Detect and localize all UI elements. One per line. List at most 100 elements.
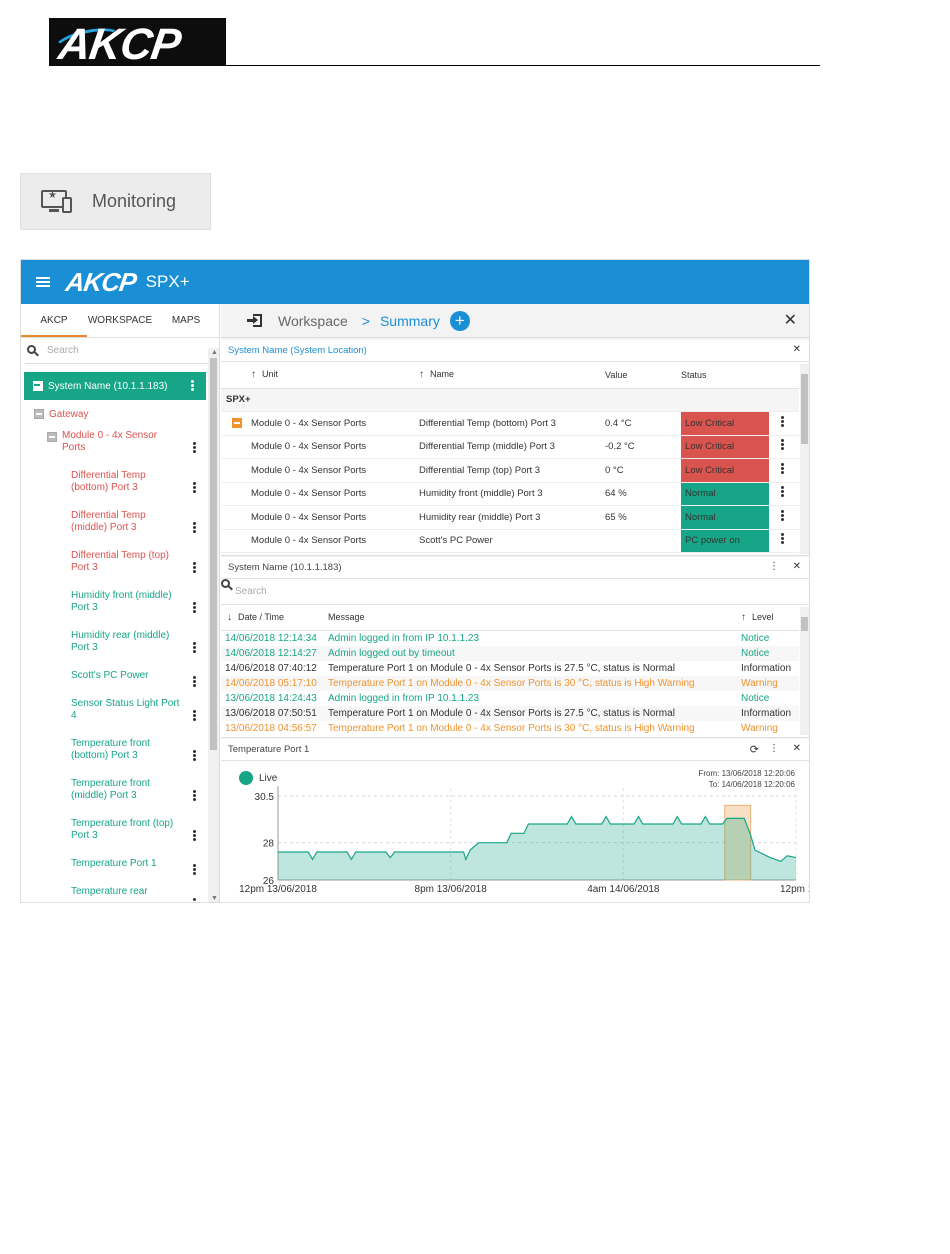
more-vert-icon[interactable]: [191, 380, 194, 392]
summary-scrollbar-thumb[interactable]: [801, 374, 808, 444]
row-value: 65 %: [605, 505, 681, 530]
more-vert-icon[interactable]: [193, 676, 196, 688]
more-vert-icon[interactable]: [781, 533, 784, 545]
column-header-value[interactable]: Value: [605, 362, 681, 389]
log-datetime: 13/06/2018 04:56:57: [225, 722, 317, 734]
table-row[interactable]: 13/06/2018 04:56:57 Temperature Port 1 o…: [221, 721, 799, 736]
breadcrumb-summary[interactable]: Summary: [380, 313, 440, 329]
more-vert-icon[interactable]: [193, 898, 196, 902]
more-vert-icon[interactable]: [193, 442, 196, 454]
table-row[interactable]: 14/06/2018 05:17:10 Temperature Port 1 o…: [221, 675, 799, 691]
table-row[interactable]: Module 0 - 4x Sensor Ports Differential …: [221, 411, 799, 436]
more-vert-icon[interactable]: [193, 710, 196, 722]
date-range: From: 13/06/2018 12:20:06 To: 14/06/2018…: [698, 768, 795, 790]
log-level: Information: [741, 705, 799, 721]
tree-sensor[interactable]: Humidity front (middle) Port 3: [21, 588, 208, 628]
table-row[interactable]: 13/06/2018 07:50:51 Temperature Port 1 o…: [221, 705, 799, 721]
table-row[interactable]: Module 0 - 4x Sensor Ports Humidity rear…: [221, 505, 799, 530]
log-scrollbar-thumb[interactable]: [801, 617, 808, 631]
refresh-icon[interactable]: ⟳: [750, 743, 759, 756]
tree-sensor[interactable]: Differential Temp (middle) Port 3: [21, 508, 208, 548]
tab-maps[interactable]: MAPS: [153, 304, 219, 337]
hamburger-menu-icon[interactable]: [36, 275, 50, 289]
close-icon[interactable]: ✕: [793, 743, 801, 754]
more-vert-icon[interactable]: [193, 642, 196, 654]
collapse-icon[interactable]: [232, 418, 242, 429]
tree-sensor[interactable]: Temperature front (middle) Port 3: [21, 776, 208, 816]
close-icon[interactable]: ✕: [784, 313, 797, 329]
exit-icon[interactable]: [247, 313, 263, 328]
log-search-placeholder: Search: [235, 586, 267, 597]
tree-module[interactable]: Module 0 - 4x Sensor Ports: [21, 428, 208, 468]
collapse-icon[interactable]: [33, 381, 43, 391]
collapse-icon[interactable]: [47, 432, 57, 442]
more-vert-icon[interactable]: ⋮: [769, 743, 779, 754]
more-vert-icon[interactable]: [193, 562, 196, 574]
tree-sensor[interactable]: Humidity rear (middle) Port 3: [21, 628, 208, 668]
log-datetime: 14/06/2018 07:40:12: [225, 662, 317, 674]
tree-sensor-label: Temperature front (middle) Port 3: [71, 778, 150, 801]
table-row[interactable]: Module 0 - 4x Sensor Ports Differential …: [221, 435, 799, 459]
table-row[interactable]: 14/06/2018 12:14:27 Admin logged out by …: [221, 645, 799, 661]
more-vert-icon[interactable]: [781, 509, 784, 522]
collapse-icon[interactable]: [34, 409, 44, 419]
column-header-message[interactable]: Message: [328, 605, 741, 631]
graph-legend[interactable]: Live: [239, 771, 277, 785]
tree-sensor[interactable]: Differential Temp (bottom) Port 3: [21, 468, 208, 508]
sidebar-scrollbar[interactable]: ▲ ▼: [208, 348, 219, 902]
row-value: -0.2 °C: [605, 435, 681, 459]
column-header-level[interactable]: ↑ Level: [741, 605, 799, 631]
row-unit: Module 0 - 4x Sensor Ports: [251, 411, 419, 436]
log-datetime: 13/06/2018 07:50:51: [221, 705, 328, 721]
row-name: Humidity front (middle) Port 3: [419, 482, 605, 506]
close-icon[interactable]: ✕: [793, 344, 801, 355]
close-icon[interactable]: ✕: [793, 561, 801, 572]
more-vert-icon[interactable]: [193, 602, 196, 614]
column-header-status[interactable]: Status: [681, 362, 769, 389]
tree-sensor-label: Sensor Status Light Port 4: [71, 698, 180, 721]
column-header-unit[interactable]: ↑ Unit: [251, 362, 419, 389]
log-search[interactable]: Search: [221, 579, 809, 605]
tree-gateway[interactable]: Gateway: [21, 400, 208, 428]
status-badge: Normal: [681, 482, 769, 506]
table-row[interactable]: Module 0 - 4x Sensor Ports Humidity fron…: [221, 482, 799, 506]
column-header-datetime[interactable]: ↓ Date / Time: [221, 605, 328, 631]
log-message: Temperature Port 1 on Module 0 - 4x Sens…: [328, 662, 675, 674]
more-vert-icon[interactable]: ⋮: [769, 561, 779, 572]
table-row[interactable]: Module 0 - 4x Sensor Ports Scott's PC Po…: [221, 529, 799, 553]
log-datetime: 14/06/2018 12:14:34: [225, 632, 317, 644]
table-row[interactable]: Module 0 - 4x Sensor Ports Differential …: [221, 458, 799, 483]
table-row[interactable]: 14/06/2018 12:14:34 Admin logged in from…: [221, 630, 799, 646]
x-tick-label: 4am 14/06/2018: [587, 884, 660, 895]
more-vert-icon[interactable]: [193, 522, 196, 534]
tree-sensor[interactable]: Temperature front (bottom) Port 3: [21, 736, 208, 776]
more-vert-icon[interactable]: [781, 439, 784, 451]
tree-sensor[interactable]: Temperature front (top) Port 3: [21, 816, 208, 856]
table-row[interactable]: 14/06/2018 07:40:12 Temperature Port 1 o…: [221, 661, 799, 676]
more-vert-icon[interactable]: [193, 790, 196, 802]
more-vert-icon[interactable]: [193, 750, 196, 762]
more-vert-icon[interactable]: [193, 482, 196, 494]
sidebar-scrollbar-thumb[interactable]: [210, 358, 217, 750]
more-vert-icon[interactable]: [781, 462, 784, 475]
tree-sensor[interactable]: Scott's PC Power: [21, 668, 208, 696]
summary-scrollbar[interactable]: [800, 364, 809, 554]
add-widget-button[interactable]: +: [449, 310, 470, 331]
more-vert-icon[interactable]: [193, 864, 196, 876]
more-vert-icon[interactable]: [193, 830, 196, 842]
tree-sensor[interactable]: Differential Temp (top) Port 3: [21, 548, 208, 588]
tree-sensor[interactable]: Sensor Status Light Port 4: [21, 696, 208, 736]
table-row[interactable]: 13/06/2018 14:24:43 Admin logged in from…: [221, 691, 799, 706]
breadcrumb-workspace[interactable]: Workspace: [278, 313, 348, 329]
tab-workspace[interactable]: WORKSPACE: [87, 304, 153, 337]
tab-akcp[interactable]: AKCP: [21, 304, 87, 337]
tree-sensor[interactable]: Temperature rear: [21, 884, 208, 902]
monitoring-button[interactable]: ★ Monitoring: [20, 173, 211, 230]
log-scrollbar[interactable]: [800, 607, 809, 735]
column-header-name[interactable]: ↑ Name: [419, 362, 605, 389]
more-vert-icon[interactable]: [781, 415, 784, 428]
more-vert-icon[interactable]: [781, 486, 784, 498]
tree-sensor[interactable]: Temperature Port 1: [21, 856, 208, 884]
tree-root-system[interactable]: System Name (10.1.1.183): [24, 372, 206, 400]
sidebar-search[interactable]: Search: [25, 338, 215, 364]
